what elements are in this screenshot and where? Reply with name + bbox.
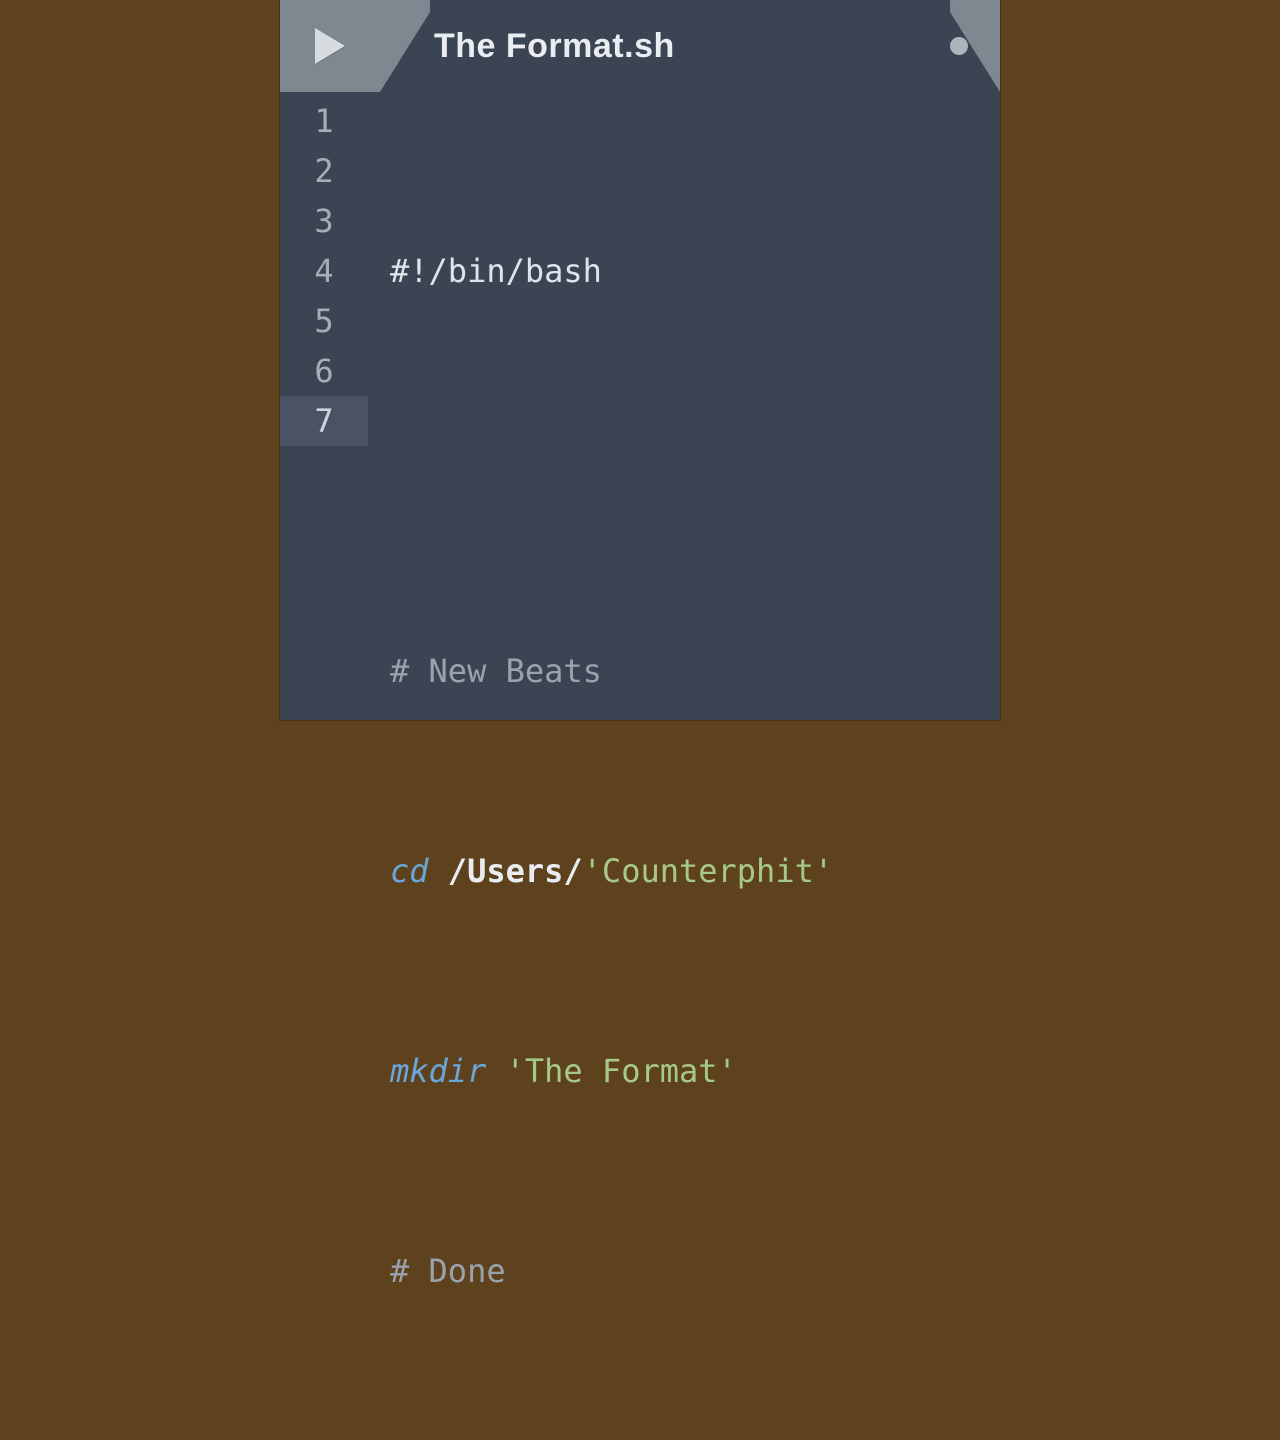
tab-bar: The Format.sh bbox=[280, 0, 1000, 92]
token-space bbox=[486, 1052, 505, 1090]
token-path: /Users/ bbox=[448, 852, 583, 890]
line-number: 5 bbox=[280, 296, 368, 346]
line-number: 7 bbox=[280, 396, 368, 446]
code-line[interactable] bbox=[390, 446, 1000, 496]
token-comment: # Done bbox=[390, 1252, 506, 1290]
dirty-indicator-icon bbox=[950, 37, 968, 55]
line-number-gutter: 1 2 3 4 5 6 7 bbox=[280, 92, 368, 720]
code-area[interactable]: #!/bin/bash # New Beats cd /Users/'Count… bbox=[368, 92, 1000, 720]
token-string: 'The Format' bbox=[506, 1052, 737, 1090]
line-number: 3 bbox=[280, 196, 368, 246]
token-space bbox=[429, 852, 448, 890]
code-line[interactable]: cd /Users/'Counterphit' bbox=[390, 846, 1000, 896]
line-number: 6 bbox=[280, 346, 368, 396]
code-line[interactable]: #!/bin/bash bbox=[390, 246, 1000, 296]
editor-window: The Format.sh 1 2 3 4 5 6 7 #!/bin/bash … bbox=[280, 0, 1000, 720]
code-line[interactable]: # New Beats bbox=[390, 646, 1000, 696]
code-line[interactable]: # Done bbox=[390, 1246, 1000, 1296]
token-string: 'Counterphit' bbox=[583, 852, 833, 890]
token-command: cd bbox=[390, 852, 429, 890]
code-editor[interactable]: 1 2 3 4 5 6 7 #!/bin/bash # New Beats cd… bbox=[280, 92, 1000, 720]
code-line[interactable]: mkdir 'The Format' bbox=[390, 1046, 1000, 1096]
line-number: 2 bbox=[280, 146, 368, 196]
token-comment: # New Beats bbox=[390, 652, 602, 690]
line-number: 4 bbox=[280, 246, 368, 296]
token-shebang: #!/bin/bash bbox=[390, 252, 602, 290]
tab-title: The Format.sh bbox=[434, 0, 675, 92]
line-number: 1 bbox=[280, 96, 368, 146]
token-command: mkdir bbox=[390, 1052, 486, 1090]
play-icon bbox=[315, 28, 345, 64]
run-button[interactable] bbox=[280, 0, 380, 92]
